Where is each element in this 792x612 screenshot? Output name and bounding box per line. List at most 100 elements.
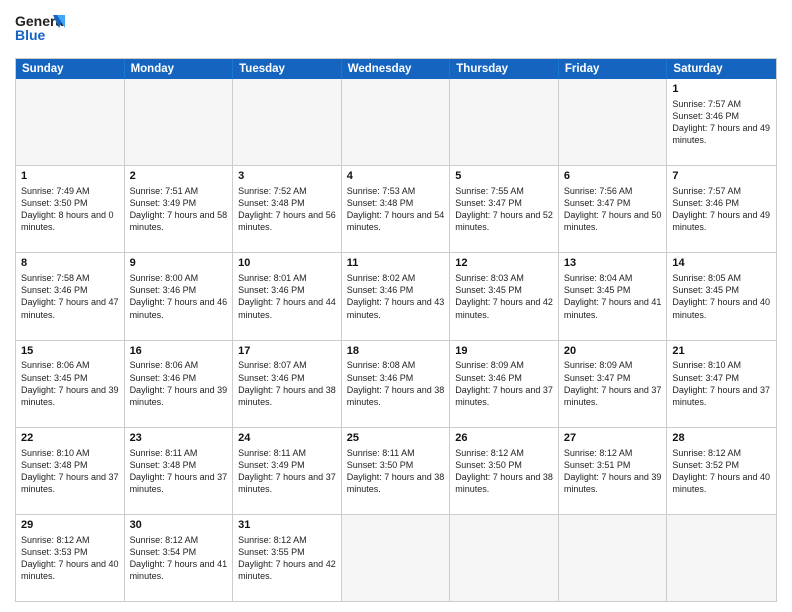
daylight-text: Daylight: 7 hours and 46 minutes.	[130, 296, 228, 320]
daylight-text: Daylight: 7 hours and 56 minutes.	[238, 209, 336, 233]
calendar-cell: 25Sunrise: 8:11 AMSunset: 3:50 PMDayligh…	[342, 428, 451, 514]
daylight-text: Daylight: 7 hours and 50 minutes.	[564, 209, 662, 233]
daylight-text: Daylight: 7 hours and 37 minutes.	[564, 384, 662, 408]
sunrise-text: Sunrise: 8:12 AM	[238, 534, 336, 546]
sunset-text: Sunset: 3:48 PM	[238, 197, 336, 209]
day-number: 29	[21, 518, 119, 533]
day-number: 2	[130, 169, 228, 184]
day-number: 30	[130, 518, 228, 533]
calendar-cell	[450, 515, 559, 601]
calendar-cell	[125, 79, 234, 165]
sunset-text: Sunset: 3:49 PM	[130, 197, 228, 209]
daylight-text: Daylight: 7 hours and 37 minutes.	[130, 471, 228, 495]
daylight-text: Daylight: 7 hours and 37 minutes.	[21, 471, 119, 495]
daylight-text: Daylight: 7 hours and 58 minutes.	[130, 209, 228, 233]
calendar-cell: 12Sunrise: 8:03 AMSunset: 3:45 PMDayligh…	[450, 253, 559, 339]
calendar-cell: 22Sunrise: 8:10 AMSunset: 3:48 PMDayligh…	[16, 428, 125, 514]
sunset-text: Sunset: 3:48 PM	[347, 197, 445, 209]
calendar-cell	[16, 79, 125, 165]
day-number: 9	[130, 256, 228, 271]
calendar-week: 1Sunrise: 7:57 AMSunset: 3:46 PMDaylight…	[16, 79, 776, 166]
sunset-text: Sunset: 3:46 PM	[347, 372, 445, 384]
calendar-cell: 2Sunrise: 7:51 AMSunset: 3:49 PMDaylight…	[125, 166, 234, 252]
daylight-text: Daylight: 7 hours and 43 minutes.	[347, 296, 445, 320]
daylight-text: Daylight: 7 hours and 38 minutes.	[347, 384, 445, 408]
sunrise-text: Sunrise: 8:09 AM	[455, 359, 553, 371]
day-number: 24	[238, 431, 336, 446]
calendar-cell: 6Sunrise: 7:56 AMSunset: 3:47 PMDaylight…	[559, 166, 668, 252]
day-number: 13	[564, 256, 662, 271]
sunrise-text: Sunrise: 8:12 AM	[564, 447, 662, 459]
calendar-body: 1Sunrise: 7:57 AMSunset: 3:46 PMDaylight…	[16, 79, 776, 601]
sunset-text: Sunset: 3:46 PM	[455, 372, 553, 384]
logo-icon: General Blue	[15, 10, 65, 52]
calendar-cell: 13Sunrise: 8:04 AMSunset: 3:45 PMDayligh…	[559, 253, 668, 339]
sunset-text: Sunset: 3:47 PM	[672, 372, 771, 384]
sunrise-text: Sunrise: 8:10 AM	[672, 359, 771, 371]
day-number: 17	[238, 344, 336, 359]
sunset-text: Sunset: 3:50 PM	[455, 459, 553, 471]
sunset-text: Sunset: 3:46 PM	[347, 284, 445, 296]
calendar-cell: 23Sunrise: 8:11 AMSunset: 3:48 PMDayligh…	[125, 428, 234, 514]
daylight-text: Daylight: 7 hours and 44 minutes.	[238, 296, 336, 320]
sunset-text: Sunset: 3:46 PM	[21, 284, 119, 296]
sunrise-text: Sunrise: 8:12 AM	[672, 447, 771, 459]
sunrise-text: Sunrise: 7:55 AM	[455, 185, 553, 197]
sunset-text: Sunset: 3:48 PM	[130, 459, 228, 471]
sunset-text: Sunset: 3:46 PM	[130, 372, 228, 384]
sunrise-text: Sunrise: 8:00 AM	[130, 272, 228, 284]
day-number: 8	[21, 256, 119, 271]
calendar-cell: 28Sunrise: 8:12 AMSunset: 3:52 PMDayligh…	[667, 428, 776, 514]
calendar-cell: 16Sunrise: 8:06 AMSunset: 3:46 PMDayligh…	[125, 341, 234, 427]
calendar-week: 29Sunrise: 8:12 AMSunset: 3:53 PMDayligh…	[16, 515, 776, 601]
day-number: 3	[238, 169, 336, 184]
calendar-cell: 15Sunrise: 8:06 AMSunset: 3:45 PMDayligh…	[16, 341, 125, 427]
calendar-header: SundayMondayTuesdayWednesdayThursdayFrid…	[16, 59, 776, 79]
sunrise-text: Sunrise: 8:07 AM	[238, 359, 336, 371]
calendar-cell	[559, 515, 668, 601]
calendar-day-header: Sunday	[16, 59, 125, 79]
sunrise-text: Sunrise: 8:12 AM	[21, 534, 119, 546]
sunrise-text: Sunrise: 7:57 AM	[672, 98, 771, 110]
calendar-cell: 10Sunrise: 8:01 AMSunset: 3:46 PMDayligh…	[233, 253, 342, 339]
day-number: 15	[21, 344, 119, 359]
day-number: 19	[455, 344, 553, 359]
daylight-text: Daylight: 7 hours and 38 minutes.	[347, 471, 445, 495]
calendar-cell: 20Sunrise: 8:09 AMSunset: 3:47 PMDayligh…	[559, 341, 668, 427]
calendar-cell	[342, 79, 451, 165]
calendar: SundayMondayTuesdayWednesdayThursdayFrid…	[15, 58, 777, 602]
calendar-cell: 27Sunrise: 8:12 AMSunset: 3:51 PMDayligh…	[559, 428, 668, 514]
sunset-text: Sunset: 3:54 PM	[130, 546, 228, 558]
sunset-text: Sunset: 3:47 PM	[564, 197, 662, 209]
day-number: 1	[672, 82, 771, 97]
calendar-cell: 9Sunrise: 8:00 AMSunset: 3:46 PMDaylight…	[125, 253, 234, 339]
sunset-text: Sunset: 3:53 PM	[21, 546, 119, 558]
sunset-text: Sunset: 3:55 PM	[238, 546, 336, 558]
calendar-day-header: Saturday	[667, 59, 776, 79]
day-number: 5	[455, 169, 553, 184]
day-number: 11	[347, 256, 445, 271]
sunrise-text: Sunrise: 8:03 AM	[455, 272, 553, 284]
calendar-cell: 1Sunrise: 7:57 AMSunset: 3:46 PMDaylight…	[667, 79, 776, 165]
calendar-cell	[450, 79, 559, 165]
daylight-text: Daylight: 7 hours and 40 minutes.	[21, 558, 119, 582]
sunset-text: Sunset: 3:52 PM	[672, 459, 771, 471]
sunrise-text: Sunrise: 8:11 AM	[347, 447, 445, 459]
calendar-cell: 14Sunrise: 8:05 AMSunset: 3:45 PMDayligh…	[667, 253, 776, 339]
calendar-day-header: Friday	[559, 59, 668, 79]
calendar-week: 1Sunrise: 7:49 AMSunset: 3:50 PMDaylight…	[16, 166, 776, 253]
day-number: 23	[130, 431, 228, 446]
svg-text:Blue: Blue	[15, 27, 46, 43]
daylight-text: Daylight: 7 hours and 49 minutes.	[672, 122, 771, 146]
sunset-text: Sunset: 3:46 PM	[238, 284, 336, 296]
sunrise-text: Sunrise: 8:12 AM	[455, 447, 553, 459]
day-number: 18	[347, 344, 445, 359]
calendar-cell: 24Sunrise: 8:11 AMSunset: 3:49 PMDayligh…	[233, 428, 342, 514]
calendar-cell: 30Sunrise: 8:12 AMSunset: 3:54 PMDayligh…	[125, 515, 234, 601]
sunset-text: Sunset: 3:45 PM	[564, 284, 662, 296]
sunset-text: Sunset: 3:46 PM	[130, 284, 228, 296]
daylight-text: Daylight: 7 hours and 41 minutes.	[564, 296, 662, 320]
day-number: 25	[347, 431, 445, 446]
daylight-text: Daylight: 7 hours and 49 minutes.	[672, 209, 771, 233]
sunrise-text: Sunrise: 8:06 AM	[21, 359, 119, 371]
